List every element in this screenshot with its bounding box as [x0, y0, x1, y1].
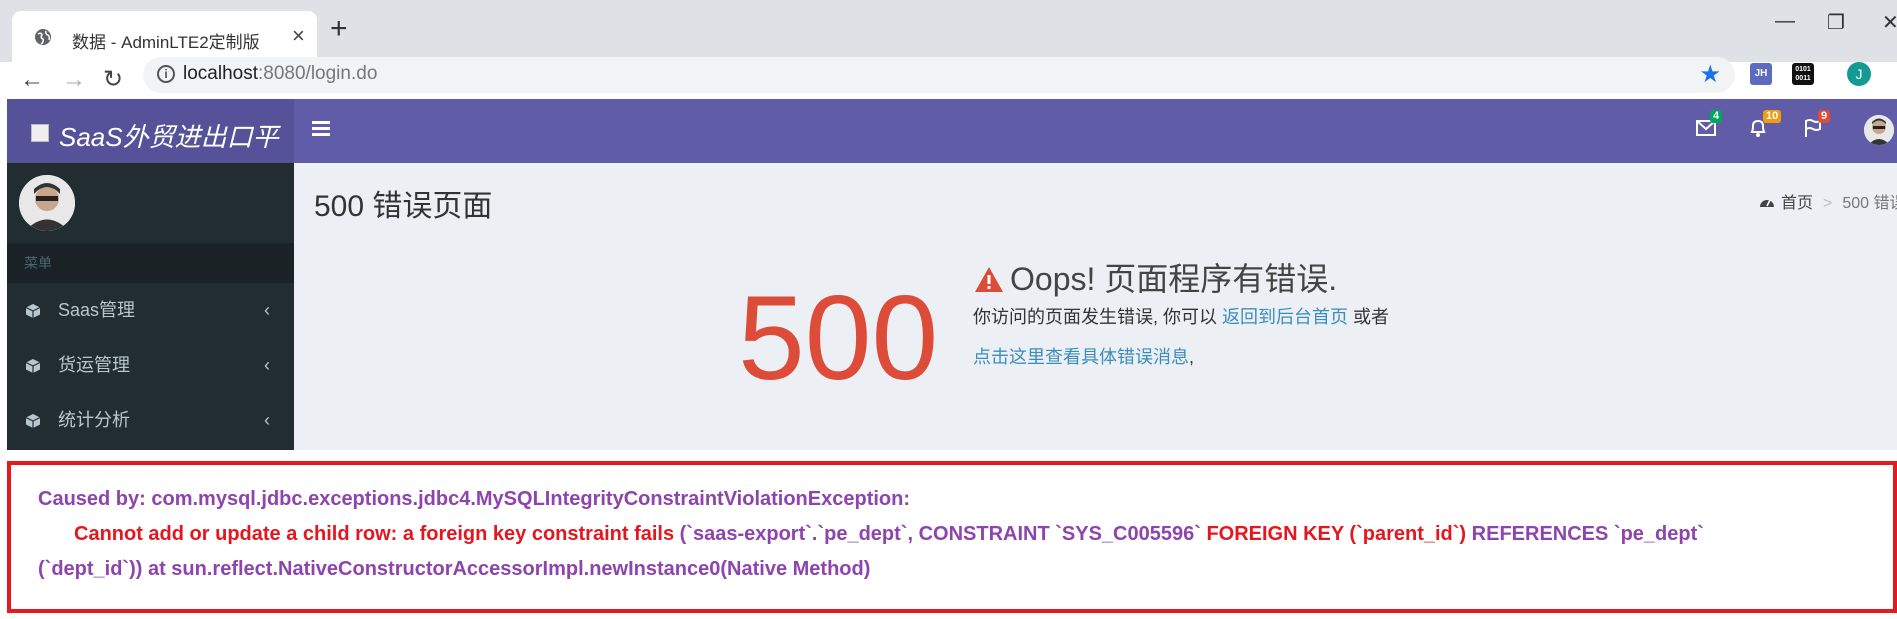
- new-tab-button[interactable]: +: [330, 12, 348, 46]
- reload-icon[interactable]: ↻: [103, 62, 123, 98]
- warning-icon: [975, 267, 1003, 292]
- view-error-details-link[interactable]: 点击这里查看具体错误消息: [973, 347, 1189, 367]
- exception-line-3: (`dept_id`)) at sun.reflect.NativeConstr…: [38, 558, 871, 580]
- exception-box: Caused by: com.mysql.jdbc.exceptions.jdb…: [7, 461, 1897, 613]
- sidebar-item-label: Saas管理: [58, 300, 136, 320]
- sidebar: 菜单 Saas管理 ‹ 货运管理 ‹ 统计分析 ‹: [7, 163, 294, 450]
- brand-name: SaaS外贸进出口平: [59, 122, 279, 152]
- sidebar-item-statistics[interactable]: 统计分析 ‹: [7, 393, 294, 448]
- address-bar[interactable]: i localhost:8080/login.do ★: [143, 57, 1735, 93]
- forward-icon[interactable]: →: [62, 62, 86, 98]
- breadcrumb: 首页 >500 错误: [1759, 189, 1897, 213]
- exception-line-1: Caused by: com.mysql.jdbc.exceptions.jdb…: [38, 488, 911, 510]
- exception-line-2: Cannot add or update a child row: a fore…: [74, 523, 1704, 545]
- messages-badge: 4: [1710, 110, 1723, 123]
- cube-icon: [25, 359, 41, 373]
- bookmark-star-icon[interactable]: ★: [1699, 60, 1721, 89]
- main-content: 500 错误页面 首页 >500 错误 500 Oops! 页面程序有错误. 你访…: [294, 163, 1897, 450]
- extension-binary-icon[interactable]: 0101 0011: [1792, 63, 1814, 85]
- back-icon[interactable]: ←: [20, 62, 44, 98]
- restore-button[interactable]: ❐: [1827, 10, 1845, 35]
- tab-title: 数据 - AdminLTE2定制版: [72, 33, 260, 52]
- dashboard-icon: [1760, 199, 1774, 207]
- error-heading: Oops! 页面程序有错误.: [974, 254, 1337, 300]
- error-message: 你访问的页面发生错误, 你可以 返回到后台首页 或者: [973, 307, 1390, 327]
- sidebar-item-saas[interactable]: Saas管理 ‹: [7, 283, 294, 338]
- error-code: 500: [738, 271, 939, 405]
- url-text[interactable]: localhost:8080/login.do: [183, 63, 377, 85]
- globe-icon: [35, 29, 51, 45]
- broken-image-icon: [31, 124, 49, 142]
- chevron-left-icon: ‹: [264, 300, 270, 320]
- sidebar-item-label: 统计分析: [58, 410, 130, 430]
- user-panel: [7, 163, 294, 243]
- menu-header: 菜单: [7, 243, 294, 283]
- top-navbar: 4 10 9: [294, 99, 1897, 163]
- minimize-button[interactable]: —: [1775, 10, 1795, 33]
- chevron-left-icon: ‹: [264, 355, 270, 375]
- flag-icon[interactable]: 9: [1804, 110, 1831, 142]
- app-logo[interactable]: SaaS外贸进出口平: [7, 99, 294, 163]
- breadcrumb-current: 500 错误: [1842, 195, 1897, 212]
- menu-toggle-icon[interactable]: [312, 121, 330, 137]
- error-details: 点击这里查看具体错误消息,: [973, 347, 1195, 367]
- chevron-left-icon: ‹: [264, 410, 270, 430]
- notifications-badge: 10: [1763, 110, 1782, 123]
- browser-tabstrip: 数据 - AdminLTE2定制版 × + — ❐ ✕: [0, 0, 1897, 62]
- cube-icon: [25, 414, 41, 428]
- tab-close-icon[interactable]: ×: [292, 23, 305, 49]
- sidebar-item-shipping[interactable]: 货运管理 ‹: [7, 338, 294, 393]
- profile-avatar[interactable]: J: [1847, 62, 1871, 86]
- sidebar-avatar: [19, 175, 75, 231]
- envelope-icon[interactable]: 4: [1696, 110, 1723, 142]
- sidebar-item-label: 货运管理: [58, 355, 130, 375]
- user-avatar[interactable]: [1864, 115, 1894, 145]
- tasks-badge: 9: [1818, 110, 1831, 123]
- site-info-icon[interactable]: i: [157, 65, 175, 83]
- cube-icon: [25, 304, 41, 318]
- breadcrumb-home-link[interactable]: 首页: [1781, 195, 1813, 212]
- breadcrumb-separator: >: [1823, 195, 1833, 212]
- page-title: 500 错误页面: [314, 190, 493, 223]
- close-window-button[interactable]: ✕: [1882, 10, 1897, 35]
- browser-tab[interactable]: 数据 - AdminLTE2定制版 ×: [12, 11, 317, 62]
- bell-icon[interactable]: 10: [1749, 110, 1782, 142]
- back-home-link[interactable]: 返回到后台首页: [1222, 307, 1348, 327]
- extension-jh-icon[interactable]: JH: [1750, 63, 1772, 85]
